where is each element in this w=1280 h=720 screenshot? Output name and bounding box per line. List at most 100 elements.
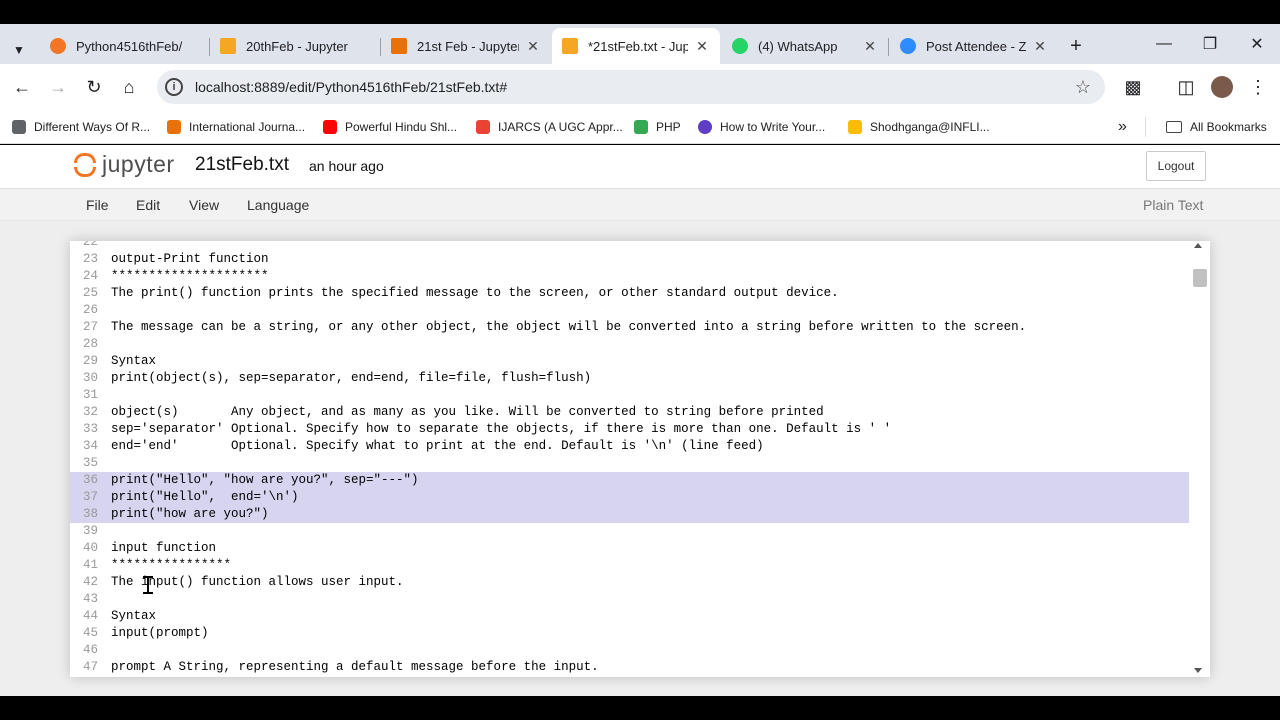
code-line[interactable]: 35: [70, 455, 1189, 472]
chevron-down-icon: ▼: [13, 43, 25, 57]
menu-file[interactable]: File: [86, 197, 109, 213]
browser-tab[interactable]: 20thFeb - Jupyter: [210, 28, 380, 64]
line-number: 26: [82, 303, 98, 317]
restore-icon[interactable]: ❐: [1187, 24, 1233, 64]
code-line[interactable]: 22: [70, 241, 1189, 251]
scroll-up-icon[interactable]: [1194, 243, 1202, 248]
line-number: 34: [82, 439, 98, 453]
browser-tab[interactable]: (4) WhatsApp ✕: [722, 28, 888, 64]
new-tab-button[interactable]: +: [1062, 28, 1090, 64]
all-bookmarks-button[interactable]: All Bookmarks: [1166, 117, 1267, 137]
scroll-down-icon[interactable]: [1194, 668, 1202, 673]
menu-view[interactable]: View: [189, 197, 219, 213]
bookmark-item[interactable]: International Journa...: [167, 117, 305, 137]
browser-tab-active[interactable]: *21stFeb.txt - Jupy ✕: [552, 28, 720, 64]
code-line[interactable]: 45 input(prompt): [70, 625, 1189, 642]
menu-language[interactable]: Language: [247, 197, 309, 213]
bookmark-favicon-icon: [634, 120, 648, 134]
bookmark-favicon-icon: [167, 120, 181, 134]
bookmark-item[interactable]: How to Write Your...: [698, 117, 825, 137]
whatsapp-favicon-icon: [732, 38, 748, 54]
code-line[interactable]: 38 print("how are you?"): [70, 506, 1189, 523]
line-number: 37: [82, 490, 98, 504]
line-number: 36: [82, 473, 98, 487]
line-number: 41: [82, 558, 98, 572]
close-icon[interactable]: ✕: [1032, 38, 1048, 55]
line-number: 22: [82, 241, 98, 249]
profile-avatar[interactable]: [1207, 72, 1237, 102]
line-number: 46: [82, 643, 98, 657]
code-line[interactable]: 41 ****************: [70, 557, 1189, 574]
code-line[interactable]: 24 *********************: [70, 268, 1189, 285]
forward-icon[interactable]: →: [43, 72, 73, 102]
close-icon[interactable]: ✕: [694, 38, 710, 55]
file-name[interactable]: 21stFeb.txt: [195, 154, 289, 176]
code-line[interactable]: 27 The message can be a string, or any ot…: [70, 319, 1189, 336]
address-url: localhost:8889/edit/Python4516thFeb/21st…: [195, 79, 508, 95]
reload-icon[interactable]: ↻: [79, 72, 109, 102]
code-line[interactable]: 42 The input() function allows user input…: [70, 574, 1189, 591]
bookmark-favicon-icon: [698, 120, 712, 134]
code-line[interactable]: 39: [70, 523, 1189, 540]
line-text: Syntax: [111, 354, 157, 368]
bookmark-item[interactable]: PHP: [634, 117, 681, 137]
browser-tab[interactable]: 21st Feb - Jupyter ✕: [381, 28, 551, 64]
code-line[interactable]: 47 prompt A String, representing a defaul…: [70, 659, 1189, 676]
code-line[interactable]: 25 The print() function prints the specif…: [70, 285, 1189, 302]
logout-button[interactable]: Logout: [1146, 151, 1206, 181]
editor-mode-indicator: Plain Text: [1143, 197, 1204, 213]
site-info-icon[interactable]: i: [165, 78, 183, 96]
extensions-icon[interactable]: ▩: [1118, 72, 1148, 102]
line-number: 44: [82, 609, 98, 623]
bookmark-item[interactable]: Different Ways Of R...: [12, 117, 150, 137]
code-line[interactable]: 30 print(object(s), sep=separator, end=en…: [70, 370, 1189, 387]
jupyter-logo[interactable]: jupyter: [74, 151, 175, 178]
code-line[interactable]: 40 input function: [70, 540, 1189, 557]
back-icon[interactable]: ←: [7, 72, 37, 102]
minimize-icon[interactable]: —: [1141, 24, 1187, 64]
code-line[interactable]: 26: [70, 302, 1189, 319]
code-line[interactable]: 32 object(s) Any object, and as many as y…: [70, 404, 1189, 421]
bookmark-item[interactable]: IJARCS (A UGC Appr...: [476, 117, 623, 137]
code-line[interactable]: 28: [70, 336, 1189, 353]
line-number: 30: [82, 371, 98, 385]
code-line[interactable]: 23 output-Print function: [70, 251, 1189, 268]
vertical-scrollbar[interactable]: [1189, 241, 1210, 677]
side-panel-icon[interactable]: ◫: [1171, 72, 1201, 102]
code-line[interactable]: 37 print("Hello", end='\n'): [70, 489, 1189, 506]
code-line[interactable]: 44 Syntax: [70, 608, 1189, 625]
tab-title: 21st Feb - Jupyter: [417, 38, 519, 54]
code-line[interactable]: 31: [70, 387, 1189, 404]
line-number: 24: [82, 269, 98, 283]
jupyter-wordmark: jupyter: [102, 151, 175, 177]
line-number: 45: [82, 626, 98, 640]
line-number: 27: [82, 320, 98, 334]
browser-tab[interactable]: Post Attendee - Zo ✕: [890, 28, 1058, 64]
editor-area: 22 23 output-Print function 24 *************…: [0, 221, 1280, 696]
window-close-icon[interactable]: ✕: [1234, 24, 1280, 64]
line-text: The input() function allows user input.: [111, 575, 404, 589]
bookmark-star-icon[interactable]: ☆: [1075, 77, 1091, 98]
menu-edit[interactable]: Edit: [136, 197, 160, 213]
browser-menu-icon[interactable]: ⋮: [1243, 72, 1273, 102]
scroll-thumb[interactable]: [1193, 269, 1207, 287]
line-text: input(prompt): [111, 626, 209, 640]
code-line[interactable]: 29 Syntax: [70, 353, 1189, 370]
browser-tab[interactable]: Python4516thFeb/: [40, 28, 210, 64]
bookmarks-bar: Different Ways Of R... International Jou…: [0, 110, 1280, 144]
close-icon[interactable]: ✕: [525, 38, 541, 55]
address-bar[interactable]: i localhost:8889/edit/Python4516thFeb/21…: [157, 70, 1105, 104]
bookmarks-overflow-icon[interactable]: »: [1118, 117, 1127, 137]
code-line[interactable]: 46: [70, 642, 1189, 659]
tab-search-button[interactable]: ▼: [4, 32, 34, 68]
close-icon[interactable]: ✕: [862, 38, 878, 55]
browser-toolbar: ← → ↻ ⌂ i localhost:8889/edit/Python4516…: [0, 64, 1280, 110]
code-line[interactable]: 33 sep='separator' Optional. Specify how …: [70, 421, 1189, 438]
text-editor[interactable]: 22 23 output-Print function 24 *************…: [70, 241, 1210, 677]
code-line[interactable]: 36 print("Hello", "how are you?", sep="--…: [70, 472, 1189, 489]
bookmark-item[interactable]: Shodhganga@INFLI...: [848, 117, 990, 137]
code-line[interactable]: 43: [70, 591, 1189, 608]
code-line[interactable]: 34 end='end' Optional. Specify what to pr…: [70, 438, 1189, 455]
bookmark-item[interactable]: Powerful Hindu Shl...: [323, 117, 457, 137]
home-icon[interactable]: ⌂: [114, 72, 144, 102]
